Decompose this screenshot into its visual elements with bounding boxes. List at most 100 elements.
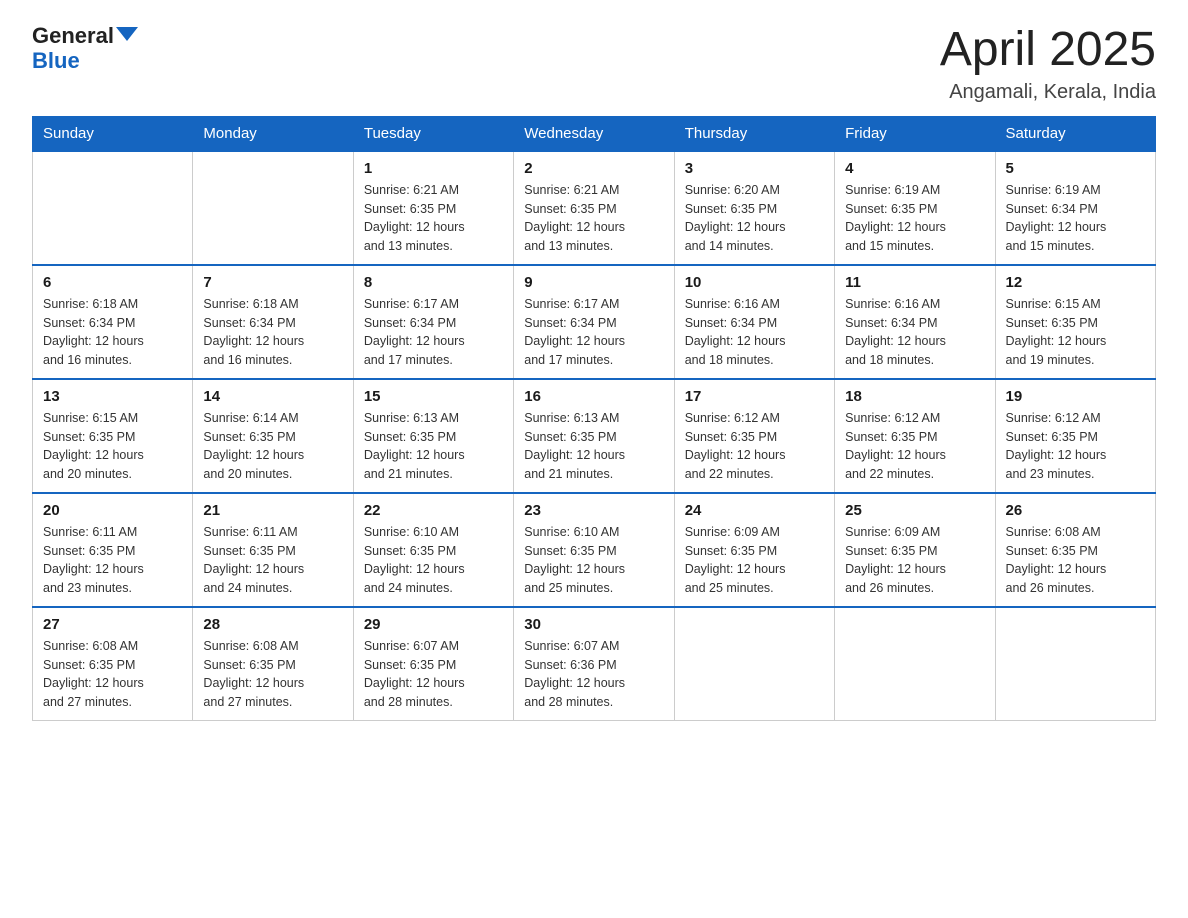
day-info: Sunrise: 6:11 AMSunset: 6:35 PMDaylight:…: [43, 523, 182, 598]
day-info: Sunrise: 6:15 AMSunset: 6:35 PMDaylight:…: [1006, 295, 1145, 370]
day-number: 21: [203, 502, 342, 519]
calendar-cell: [193, 151, 353, 265]
day-number: 29: [364, 616, 503, 633]
day-number: 6: [43, 274, 182, 291]
calendar-cell: 13Sunrise: 6:15 AMSunset: 6:35 PMDayligh…: [33, 379, 193, 493]
day-number: 24: [685, 502, 824, 519]
day-info: Sunrise: 6:08 AMSunset: 6:35 PMDaylight:…: [203, 637, 342, 712]
calendar-cell: [995, 607, 1155, 721]
day-number: 27: [43, 616, 182, 633]
day-info: Sunrise: 6:08 AMSunset: 6:35 PMDaylight:…: [43, 637, 182, 712]
calendar-cell: 17 Sunrise: 6:12 AMSunset: 6:35 PMDayligh…: [674, 379, 834, 493]
calendar-cell: 24 Sunrise: 6:09 AMSunset: 6:35 PMDayligh…: [674, 493, 834, 607]
calendar-cell: 2Sunrise: 6:21 AMSunset: 6:35 PMDaylight…: [514, 151, 674, 265]
day-info: Sunrise: 6:18 AMSunset: 6:34 PMDaylight:…: [43, 295, 182, 370]
calendar-cell: 26 Sunrise: 6:08 AMSunset: 6:35 PMDayligh…: [995, 493, 1155, 607]
day-info: Sunrise: 6:10 AMSunset: 6:35 PMDaylight:…: [364, 523, 503, 598]
calendar-cell: 27 Sunrise: 6:08 AMSunset: 6:35 PMDayligh…: [33, 607, 193, 721]
day-info: Sunrise: 6:17 AMSunset: 6:34 PMDaylight:…: [524, 295, 663, 370]
page-header: General Blue April 2025 Angamali, Kerala…: [32, 24, 1156, 104]
title-block: April 2025 Angamali, Kerala, India: [940, 24, 1156, 104]
weekday-header-row: SundayMondayTuesdayWednesdayThursdayFrid…: [33, 116, 1156, 151]
calendar-cell: 8Sunrise: 6:17 AMSunset: 6:34 PMDaylight…: [353, 265, 513, 379]
day-number: 5: [1006, 160, 1145, 177]
calendar-cell: 22 Sunrise: 6:10 AMSunset: 6:35 PMDayligh…: [353, 493, 513, 607]
day-info: Sunrise: 6:13 AMSunset: 6:35 PMDaylight:…: [524, 409, 663, 484]
day-info: Sunrise: 6:14 AMSunset: 6:35 PMDaylight:…: [203, 409, 342, 484]
day-number: 8: [364, 274, 503, 291]
day-number: 10: [685, 274, 824, 291]
day-info: Sunrise: 6:13 AMSunset: 6:35 PMDaylight:…: [364, 409, 503, 484]
logo: General Blue: [32, 24, 138, 74]
day-info: Sunrise: 6:07 AMSunset: 6:36 PMDaylight:…: [524, 637, 663, 712]
week-row-2: 6 Sunrise: 6:18 AMSunset: 6:34 PMDaylight…: [33, 265, 1156, 379]
calendar-cell: 21Sunrise: 6:11 AMSunset: 6:35 PMDayligh…: [193, 493, 353, 607]
day-info: Sunrise: 6:20 AMSunset: 6:35 PMDaylight:…: [685, 181, 824, 256]
calendar-table: SundayMondayTuesdayWednesdayThursdayFrid…: [32, 116, 1156, 721]
calendar-cell: 15 Sunrise: 6:13 AMSunset: 6:35 PMDayligh…: [353, 379, 513, 493]
logo-triangle-icon: [116, 27, 138, 41]
day-info: Sunrise: 6:09 AMSunset: 6:35 PMDaylight:…: [685, 523, 824, 598]
day-info: Sunrise: 6:07 AMSunset: 6:35 PMDaylight:…: [364, 637, 503, 712]
day-info: Sunrise: 6:12 AMSunset: 6:35 PMDaylight:…: [845, 409, 984, 484]
calendar-cell: 30 Sunrise: 6:07 AMSunset: 6:36 PMDayligh…: [514, 607, 674, 721]
day-number: 2: [524, 160, 663, 177]
calendar-cell: 1 Sunrise: 6:21 AMSunset: 6:35 PMDaylight…: [353, 151, 513, 265]
weekday-header-saturday: Saturday: [995, 116, 1155, 151]
calendar-cell: 12 Sunrise: 6:15 AMSunset: 6:35 PMDayligh…: [995, 265, 1155, 379]
day-info: Sunrise: 6:08 AMSunset: 6:35 PMDaylight:…: [1006, 523, 1145, 598]
calendar-cell: 20 Sunrise: 6:11 AMSunset: 6:35 PMDayligh…: [33, 493, 193, 607]
day-number: 13: [43, 388, 182, 405]
week-row-4: 20 Sunrise: 6:11 AMSunset: 6:35 PMDayligh…: [33, 493, 1156, 607]
day-number: 25: [845, 502, 984, 519]
weekday-header-friday: Friday: [835, 116, 995, 151]
calendar-cell: 14 Sunrise: 6:14 AMSunset: 6:35 PMDayligh…: [193, 379, 353, 493]
day-number: 11: [845, 274, 984, 291]
day-info: Sunrise: 6:18 AMSunset: 6:34 PMDaylight:…: [203, 295, 342, 370]
day-number: 4: [845, 160, 984, 177]
calendar-cell: [835, 607, 995, 721]
day-number: 18: [845, 388, 984, 405]
day-number: 15: [364, 388, 503, 405]
calendar-cell: 19Sunrise: 6:12 AMSunset: 6:35 PMDayligh…: [995, 379, 1155, 493]
day-info: Sunrise: 6:12 AMSunset: 6:35 PMDaylight:…: [1006, 409, 1145, 484]
calendar-subtitle: Angamali, Kerala, India: [940, 81, 1156, 104]
day-number: 22: [364, 502, 503, 519]
day-number: 28: [203, 616, 342, 633]
logo-blue-text: Blue: [32, 48, 80, 74]
calendar-cell: 3 Sunrise: 6:20 AMSunset: 6:35 PMDaylight…: [674, 151, 834, 265]
weekday-header-tuesday: Tuesday: [353, 116, 513, 151]
day-number: 3: [685, 160, 824, 177]
week-row-5: 27 Sunrise: 6:08 AMSunset: 6:35 PMDayligh…: [33, 607, 1156, 721]
calendar-cell: 23 Sunrise: 6:10 AMSunset: 6:35 PMDayligh…: [514, 493, 674, 607]
day-info: Sunrise: 6:19 AMSunset: 6:35 PMDaylight:…: [845, 181, 984, 256]
weekday-header-sunday: Sunday: [33, 116, 193, 151]
weekday-header-wednesday: Wednesday: [514, 116, 674, 151]
day-info: Sunrise: 6:21 AMSunset: 6:35 PMDaylight:…: [364, 181, 503, 256]
week-row-1: 1 Sunrise: 6:21 AMSunset: 6:35 PMDaylight…: [33, 151, 1156, 265]
calendar-cell: 10 Sunrise: 6:16 AMSunset: 6:34 PMDayligh…: [674, 265, 834, 379]
day-number: 26: [1006, 502, 1145, 519]
day-info: Sunrise: 6:19 AMSunset: 6:34 PMDaylight:…: [1006, 181, 1145, 256]
day-number: 12: [1006, 274, 1145, 291]
day-number: 1: [364, 160, 503, 177]
calendar-cell: 9 Sunrise: 6:17 AMSunset: 6:34 PMDaylight…: [514, 265, 674, 379]
calendar-cell: 7 Sunrise: 6:18 AMSunset: 6:34 PMDaylight…: [193, 265, 353, 379]
day-number: 20: [43, 502, 182, 519]
day-number: 14: [203, 388, 342, 405]
week-row-3: 13Sunrise: 6:15 AMSunset: 6:35 PMDayligh…: [33, 379, 1156, 493]
day-info: Sunrise: 6:10 AMSunset: 6:35 PMDaylight:…: [524, 523, 663, 598]
day-number: 23: [524, 502, 663, 519]
calendar-cell: 5 Sunrise: 6:19 AMSunset: 6:34 PMDaylight…: [995, 151, 1155, 265]
calendar-cell: 18 Sunrise: 6:12 AMSunset: 6:35 PMDayligh…: [835, 379, 995, 493]
calendar-cell: 6 Sunrise: 6:18 AMSunset: 6:34 PMDaylight…: [33, 265, 193, 379]
calendar-cell: 25Sunrise: 6:09 AMSunset: 6:35 PMDayligh…: [835, 493, 995, 607]
day-info: Sunrise: 6:12 AMSunset: 6:35 PMDaylight:…: [685, 409, 824, 484]
day-number: 17: [685, 388, 824, 405]
day-number: 30: [524, 616, 663, 633]
calendar-cell: 16Sunrise: 6:13 AMSunset: 6:35 PMDayligh…: [514, 379, 674, 493]
day-number: 7: [203, 274, 342, 291]
weekday-header-thursday: Thursday: [674, 116, 834, 151]
day-info: Sunrise: 6:16 AMSunset: 6:34 PMDaylight:…: [685, 295, 824, 370]
day-number: 9: [524, 274, 663, 291]
